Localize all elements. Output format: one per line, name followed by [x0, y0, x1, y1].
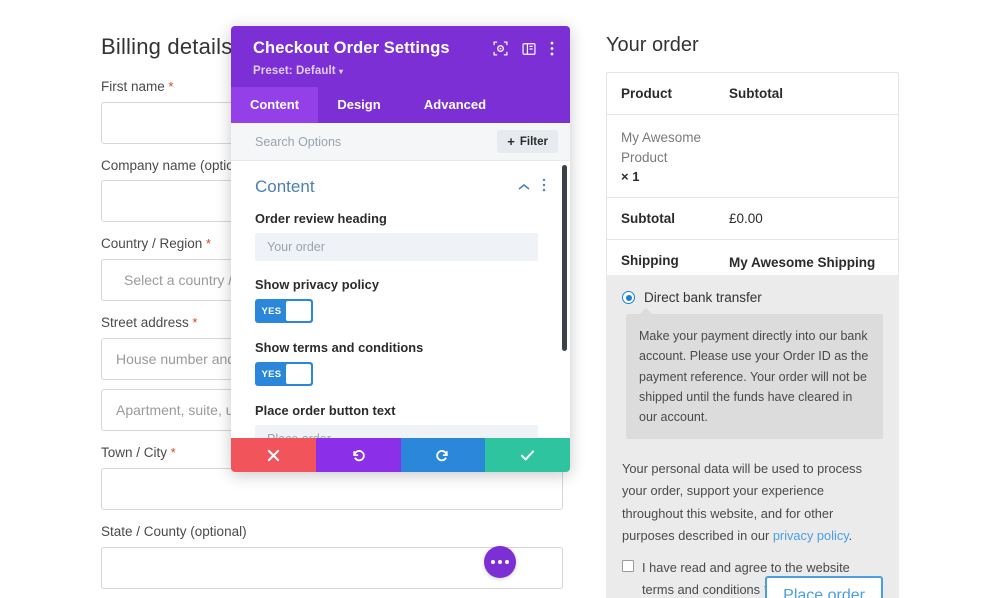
radio-icon[interactable]	[622, 291, 635, 304]
section-title: Content	[255, 177, 315, 196]
product-price	[729, 115, 898, 197]
content-section-header: Content	[255, 177, 546, 197]
tab-advanced[interactable]: Advanced	[400, 87, 510, 123]
checkout-page: Billing details First name * Company nam…	[0, 0, 1000, 598]
redo-icon	[436, 449, 449, 461]
modal-scrollbar[interactable]	[562, 165, 567, 351]
modal-title: Checkout Order Settings	[253, 39, 450, 57]
section-icons	[518, 178, 546, 197]
privacy-policy-link[interactable]: privacy policy	[773, 528, 849, 543]
toggle-state-label: YES	[261, 305, 282, 317]
toggle-knob	[286, 364, 311, 384]
table-header-row: Product Subtotal	[607, 73, 898, 115]
product-cell: My Awesome Product × 1	[607, 115, 729, 197]
modal-action-bar	[231, 438, 570, 472]
show-terms-conditions-toggle[interactable]: YES	[255, 362, 313, 386]
product-quantity: × 1	[621, 168, 640, 184]
target-icon[interactable]	[493, 41, 508, 61]
search-bar: Search Options + Filter	[231, 123, 570, 161]
close-icon	[267, 449, 280, 461]
town-city-input[interactable]	[101, 468, 563, 511]
payment-description: Make your payment directly into our bank…	[626, 307, 883, 440]
payment-option-label: Direct bank transfer	[644, 290, 762, 305]
product-name: My Awesome Product	[621, 130, 702, 166]
layout-icon[interactable]	[522, 42, 536, 61]
search-input[interactable]: Search Options	[255, 135, 497, 149]
plus-icon: +	[507, 134, 515, 149]
order-review-heading-input[interactable]: Your order	[255, 233, 538, 261]
modal-header: Checkout Order Settings Preset: Default …	[231, 26, 570, 87]
chevron-up-icon[interactable]	[518, 178, 530, 196]
required-marker: *	[202, 236, 211, 252]
more-vertical-icon[interactable]	[550, 41, 554, 61]
option-label: Order review heading	[255, 211, 387, 226]
show-privacy-policy-toggle[interactable]: YES	[255, 299, 313, 323]
undo-icon	[352, 449, 365, 461]
privacy-terms-box: Your personal data will be used to proce…	[606, 446, 899, 598]
option-label: Show privacy policy	[255, 277, 379, 292]
option-show-privacy-policy: Show privacy policy YES	[255, 277, 546, 323]
ellipsis-icon	[491, 560, 495, 564]
header-subtotal: Subtotal	[729, 86, 783, 101]
modal-tabs: Content Design Advanced	[231, 87, 570, 123]
order-title: Your order	[606, 34, 699, 56]
required-marker: *	[167, 445, 176, 461]
toggle-knob	[286, 301, 311, 321]
payment-option-bank-transfer[interactable]: Direct bank transfer	[622, 290, 883, 305]
more-vertical-icon[interactable]	[542, 178, 546, 197]
toggle-state-label: YES	[261, 368, 282, 380]
filter-label: Filter	[519, 135, 548, 148]
modal-header-top: Checkout Order Settings	[253, 39, 554, 61]
ellipsis-icon	[505, 560, 509, 564]
required-marker: *	[188, 315, 198, 331]
chevron-down-icon: ▾	[338, 67, 344, 76]
undo-button[interactable]	[315, 438, 401, 472]
table-row-product: My Awesome Product × 1	[607, 115, 898, 198]
row-value: £0.00	[729, 210, 763, 226]
modal-header-icons	[493, 39, 554, 61]
checkout-order-settings-modal: Checkout Order Settings Preset: Default …	[231, 26, 570, 472]
tab-design[interactable]: Design	[318, 87, 400, 123]
table-row-subtotal: Subtotal £0.00	[607, 198, 898, 240]
header-product: Product	[621, 86, 673, 101]
modal-body: Content Order review heading Your order …	[231, 161, 570, 438]
ellipsis-icon	[498, 560, 502, 564]
option-show-terms-conditions: Show terms and conditions YES	[255, 340, 546, 386]
check-icon	[521, 449, 535, 460]
cancel-button[interactable]	[231, 438, 316, 472]
filter-button[interactable]: + Filter	[497, 130, 558, 153]
option-place-order-button-text: Place order button text Place order	[255, 403, 546, 438]
option-label: Show terms and conditions	[255, 340, 424, 355]
tab-content[interactable]: Content	[231, 87, 318, 123]
privacy-policy-text: Your personal data will be used to proce…	[622, 461, 862, 544]
option-order-review-heading: Order review heading Your order	[255, 211, 546, 261]
place-order-button-text-input[interactable]: Place order	[255, 425, 538, 438]
save-button[interactable]	[485, 438, 570, 472]
redo-button[interactable]	[400, 438, 486, 472]
preset-selector[interactable]: Preset: Default ▾	[253, 65, 554, 77]
terms-checkbox[interactable]	[622, 559, 634, 572]
required-marker: *	[164, 79, 174, 94]
option-label: Place order button text	[255, 403, 396, 418]
floating-settings-button[interactable]	[484, 546, 516, 578]
row-label: Subtotal	[621, 210, 675, 226]
field-label: State / County (optional)	[101, 524, 247, 540]
place-order-button[interactable]: Place order	[765, 576, 883, 598]
